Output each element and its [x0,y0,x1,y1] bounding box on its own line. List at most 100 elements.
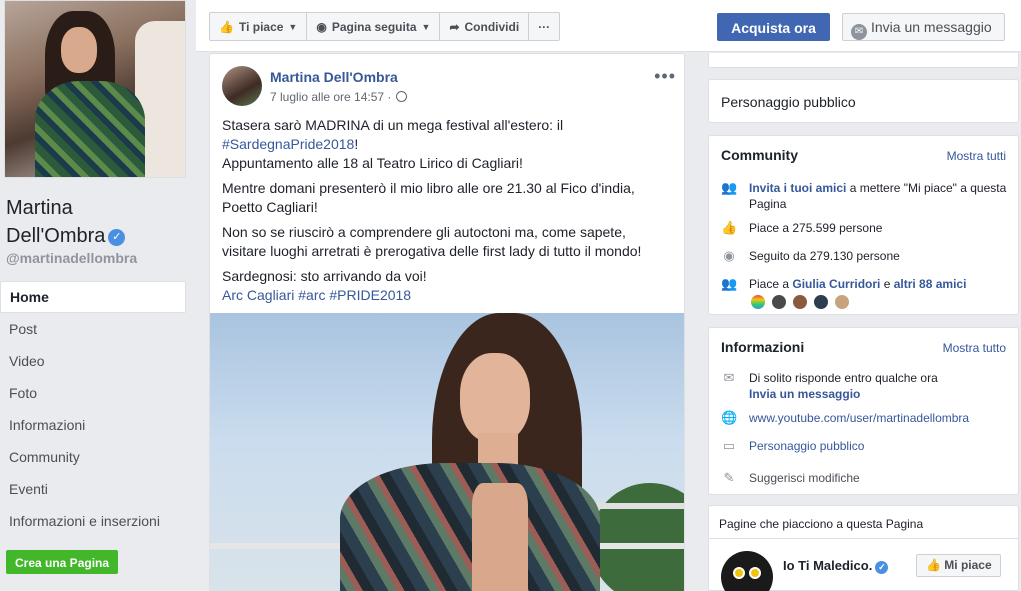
friend-avatars [750,294,855,310]
likes-row: 👍 Piace a 275.599 persone [721,220,1011,236]
messenger-icon: ✉ [723,370,735,385]
friend-name-link[interactable]: Giulia Curridori [792,277,880,291]
post-author-avatar[interactable] [222,66,262,106]
category-row: ▭ Personaggio pubblico [721,438,1011,454]
page-nav: Home Post Video Foto Informazioni Commun… [0,281,186,537]
buy-now-button[interactable]: Acquista ora [717,13,830,41]
thumbs-up-icon: 👍 [721,220,738,235]
post-author-name[interactable]: Martina Dell'Ombra [270,69,398,85]
friends-icon: 👥 [721,180,738,195]
card-top-fragment [708,53,1019,68]
action-button-group: 👍 Ti piace ▼ ◉ Pagina seguita ▼ ➦ Condiv… [209,12,561,41]
like-page-button[interactable]: 👍 Ti piace ▼ [210,13,308,40]
friend-avatar[interactable] [792,294,808,310]
left-column: Martina Dell'Ombra ✓ @martinadellombra Ho… [0,0,196,591]
liked-page-row: Io Ti Maledico. ✓ 👍 Mi piace [709,539,1018,591]
website-link[interactable]: www.youtube.com/user/martinadellombra [749,410,969,426]
more-dots-icon: ··· [538,19,551,34]
post-card: Martina Dell'Ombra 7 luglio alle ore 14:… [209,53,685,591]
thumbs-up-icon: 👍 [219,19,234,34]
nav-item-eventi[interactable]: Eventi [0,473,186,505]
friend-avatar[interactable] [750,294,766,310]
nav-item-post[interactable]: Post [0,313,186,345]
followers-row: ◉ Seguito da 279.130 persone [721,248,1011,264]
suggest-edits-link[interactable]: Suggerisci modifiche [749,470,860,486]
post-paragraph: Mentre domani presenterò il mio libro al… [222,180,635,215]
friends-icon: 👥 [721,276,738,291]
friends-mid: e [880,277,894,291]
friends-like-row: 👥 Piace a Giulia Curridori e altri 88 am… [721,276,1011,292]
nav-item-ads-info[interactable]: Informazioni e inserzioni [0,505,186,537]
category-icon: ▭ [722,438,736,453]
follow-page-button[interactable]: ◉ Pagina seguita ▼ [307,13,441,40]
liked-pages-title: Pagine che piacciono a questa Pagina [719,517,924,531]
friends-prefix: Piace a [749,277,793,291]
website-row: 🌐 www.youtube.com/user/martinadellombra [721,410,1011,426]
nav-item-home[interactable]: Home [0,281,186,313]
nav-item-video[interactable]: Video [0,345,186,377]
post-text-punct: ! [354,136,359,152]
more-options-button[interactable]: ··· [529,13,559,40]
followers-count: Seguito da 279.130 persone [749,249,900,263]
suggest-edits-row: ✎ Suggerisci modifiche [721,470,1011,486]
chevron-down-icon: ▼ [421,21,431,32]
nav-item-informazioni[interactable]: Informazioni [0,409,186,441]
post-paragraph: Non so se riuscirò a comprendere gli aut… [222,224,642,259]
post-text-line: Appuntamento alle 18 al Teatro Lirico di… [222,155,523,171]
liked-page-avatar[interactable] [721,551,773,591]
category-card: Personaggio pubblico [708,79,1019,123]
category-link[interactable]: Personaggio pubblico [749,438,864,454]
invite-friends-link[interactable]: Invita i tuoi amici [749,181,846,195]
verified-badge-icon: ✓ [875,561,889,574]
post-text-line: Stasera sarò MADRINA di un mega festival… [222,117,564,133]
follow-label: Pagina seguita [331,19,417,34]
nav-item-community[interactable]: Community [0,441,186,473]
more-friends-link[interactable]: altri 88 amici [894,277,967,291]
globe-icon: 🌐 [721,410,738,425]
post-text: Stasera sarò MADRINA di un mega festival… [222,116,672,311]
liked-page-name-text: Io Ti Maledico. [783,558,873,573]
send-message-button[interactable]: ✉ Invia un messaggio [842,13,1005,41]
send-message-label: Invia un messaggio [871,19,992,35]
category-text[interactable]: Personaggio pubblico [721,94,856,110]
globe-icon [396,91,408,102]
friend-avatar[interactable] [813,294,829,310]
invite-friends-row: 👥 Invita i tuoi amici a mettere "Mi piac… [721,180,1011,212]
page-handle[interactable]: @martinadellombra [6,250,137,266]
profile-picture[interactable] [4,0,186,178]
page-name-line1: Martina [6,197,73,219]
friend-avatar[interactable] [771,294,787,310]
page-name[interactable]: Martina Dell'Ombra ✓ [6,194,186,250]
response-row: ✉ Di solito risponde entro qualche ora In… [721,370,1011,402]
like-label: Ti piace [238,19,284,34]
info-title: Informazioni [721,339,805,355]
share-button[interactable]: ➦ Condividi [440,13,530,40]
info-see-all-link[interactable]: Mostra tutto [943,341,1006,355]
rss-icon: ◉ [316,19,327,34]
post-timestamp[interactable]: 7 luglio alle ore 14:57 · [270,90,408,104]
nav-item-foto[interactable]: Foto [0,377,186,409]
liked-pages-card: Pagine che piacciono a questa Pagina Io … [708,505,1019,591]
response-time-text: Di solito risponde entro qualche ora [749,371,938,385]
community-see-all-link[interactable]: Mostra tutti [947,149,1006,163]
liked-page-like-button[interactable]: 👍 Mi piace [916,554,1001,577]
page-name-line2: Dell'Ombra [6,225,106,247]
rss-icon: ◉ [723,248,735,263]
pencil-icon: ✎ [723,470,735,485]
hashtag-links[interactable]: Arc Cagliari #arc #PRIDE2018 [222,287,411,303]
friend-avatar[interactable] [834,294,850,310]
chevron-down-icon: ▼ [288,21,298,32]
send-message-link[interactable]: Invia un messaggio [749,387,860,401]
likes-count: Piace a 275.599 persone [749,221,883,235]
create-page-button[interactable]: Crea una Pagina [6,550,119,574]
verified-badge-icon: ✓ [108,229,126,246]
hashtag-link[interactable]: #SardegnaPride2018 [222,136,354,152]
info-card: Informazioni Mostra tutto ✉ Di solito ri… [708,327,1019,495]
post-options-icon[interactable]: ••• [654,66,676,87]
post-photo[interactable] [210,313,684,591]
page-action-bar: 👍 Ti piace ▼ ◉ Pagina seguita ▼ ➦ Condiv… [196,0,1021,52]
liked-page-name[interactable]: Io Ti Maledico. ✓ [783,558,889,574]
share-label: Condividi [464,19,520,34]
community-title: Community [721,147,798,163]
share-arrow-icon: ➦ [449,19,460,34]
